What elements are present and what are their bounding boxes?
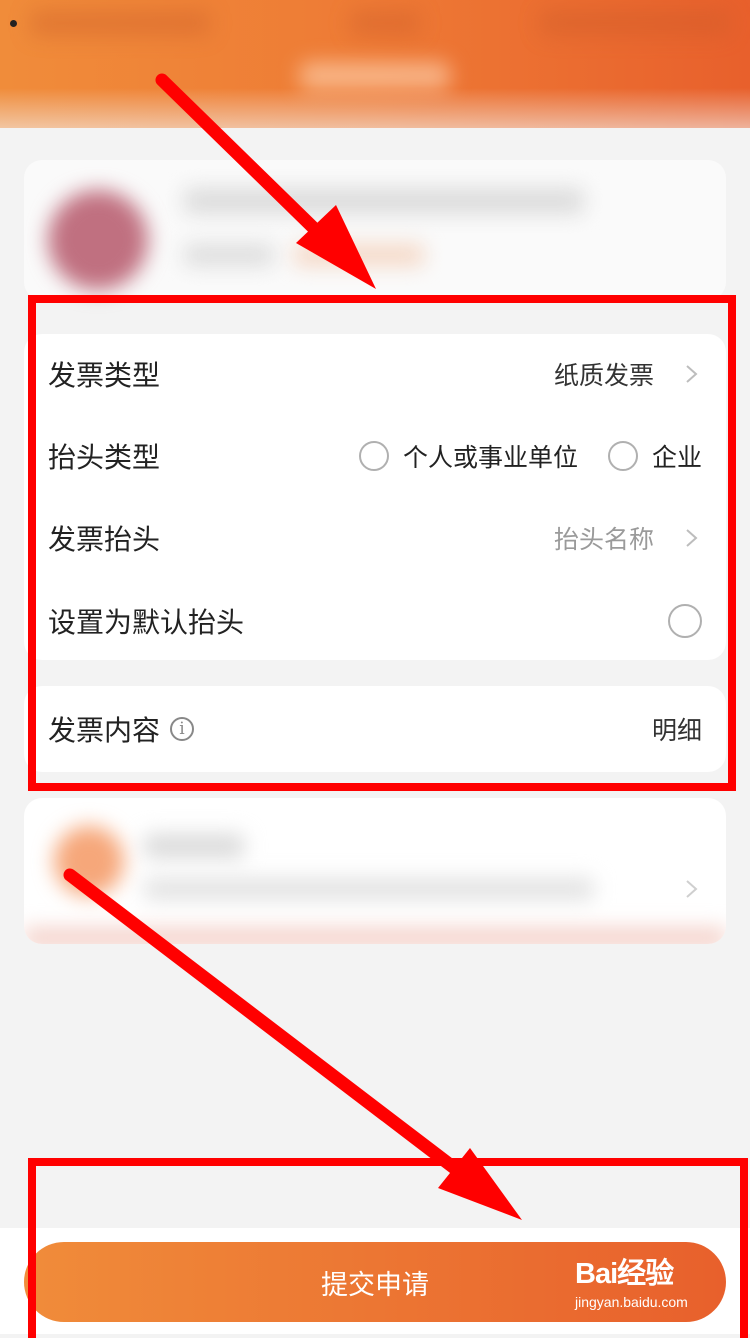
blurred-shop-name — [184, 188, 584, 214]
blurred-strip — [24, 928, 726, 944]
blurred-info-card — [24, 798, 726, 944]
blurred-shop-detail — [184, 244, 274, 266]
shop-info-card — [24, 160, 726, 300]
avatar — [48, 190, 148, 290]
chevron-right-icon — [686, 880, 698, 898]
blurred-text — [144, 878, 594, 900]
header-fade — [0, 0, 750, 160]
blurred-shop-detail — [294, 244, 424, 266]
annotation-box-submit — [28, 1158, 748, 1338]
blurred-text — [144, 834, 244, 858]
annotation-box-form — [28, 295, 736, 791]
blurred-icon — [54, 826, 124, 896]
